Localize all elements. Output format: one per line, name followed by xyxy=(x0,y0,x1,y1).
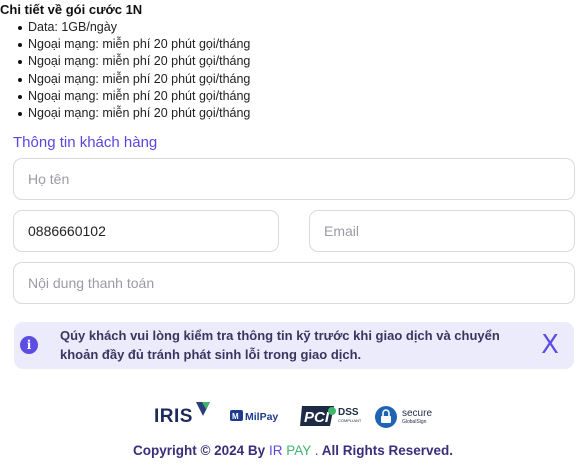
notice-text: Qúy khách vui lòng kiểm tra thông tin kỹ… xyxy=(60,328,500,362)
list-item: Data: 1GB/ngày xyxy=(17,19,250,36)
pci-logo-text: PCI xyxy=(304,409,330,426)
list-item: Ngoại mạng: miễn phí 20 phút gọi/tháng xyxy=(17,105,250,122)
globalsign-text: GlobalSign xyxy=(402,419,427,425)
copyright-prefix: Copyright © 2024 By xyxy=(132,443,269,458)
pci-dss-logo: PCI DSS COMPLIANT xyxy=(300,402,364,433)
full-name-input[interactable] xyxy=(13,158,575,200)
notice-banner: i Qúy khách vui lòng kiểm tra thông tin … xyxy=(14,322,574,369)
iris-logo: IRIS xyxy=(154,402,210,428)
iris-logo-text: IRIS xyxy=(154,406,193,427)
brand-pay: PAY xyxy=(282,443,311,458)
close-icon[interactable]: X xyxy=(540,332,560,358)
list-item: Ngoại mạng: miễn phí 20 phút gọi/tháng xyxy=(17,71,250,88)
pci-compliant-text: COMPLIANT xyxy=(338,418,362,423)
phone-input[interactable] xyxy=(13,210,279,252)
list-item: Ngoại mạng: miễn phí 20 phút gọi/tháng xyxy=(17,88,250,105)
pci-dss-icon: PCI DSS COMPLIANT xyxy=(300,406,362,426)
list-item: Ngoại mạng: miễn phí 20 phút gọi/tháng xyxy=(17,36,250,53)
secure-text: secure xyxy=(402,408,432,419)
svg-text:M: M xyxy=(232,412,239,421)
copyright-suffix: All Rights Reserved. xyxy=(318,443,454,458)
secure-lock-icon: secure GlobalSign xyxy=(375,406,432,428)
info-icon: i xyxy=(20,336,38,354)
email-input[interactable] xyxy=(309,210,575,252)
payment-content-input[interactable] xyxy=(13,262,575,304)
list-item: Ngoại mạng: miễn phí 20 phút gọi/tháng xyxy=(17,53,250,70)
plan-details-list: Data: 1GB/ngày Ngoại mạng: miễn phí 20 p… xyxy=(17,19,250,122)
milpay-logo-text: MilPay xyxy=(245,411,278,423)
footer-copyright: Copyright © 2024 By IR PAY . All Rights … xyxy=(0,443,586,458)
pci-dss-text: DSS xyxy=(338,407,359,418)
iris-mark-icon xyxy=(196,402,210,416)
plan-title: Chi tiết về gói cước 1N xyxy=(0,2,143,17)
milpay-logo: M MilPay xyxy=(230,407,286,430)
globalsign-secure-logo: secure GlobalSign xyxy=(374,404,438,435)
partner-logos: IRIS M MilPay PCI DSS COMPLIANT secure G… xyxy=(0,398,586,432)
milpay-logo-icon: M MilPay xyxy=(230,410,278,423)
customer-info-title: Thông tin khách hàng xyxy=(13,134,158,151)
brand-ir: IR xyxy=(268,443,283,458)
